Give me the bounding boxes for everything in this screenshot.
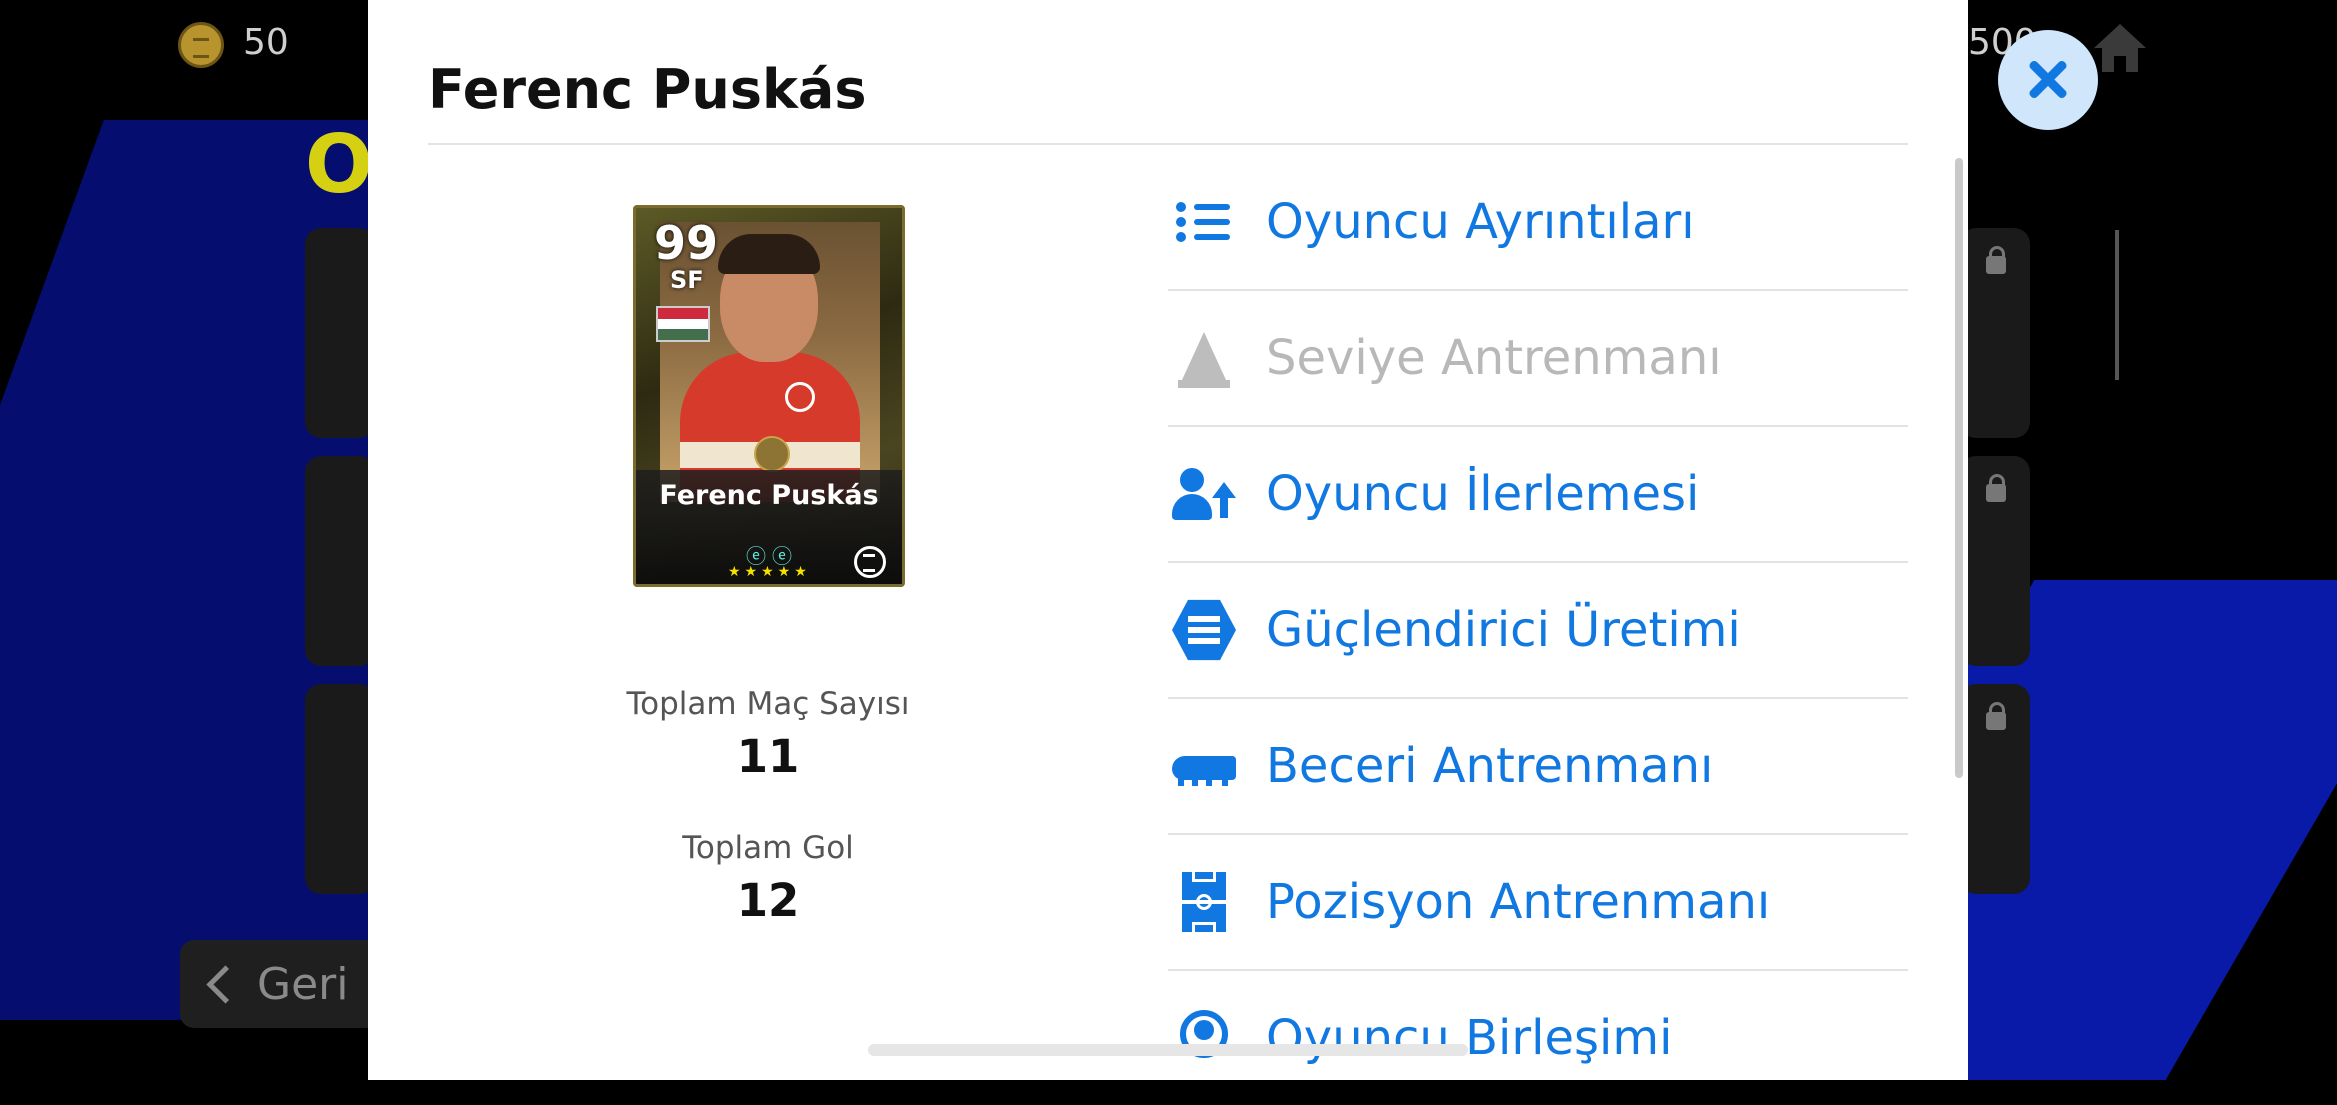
boot-icon [1172, 734, 1236, 798]
chevron-left-icon [206, 964, 245, 1004]
menu-item-level-training: Seviye Antrenmanı [1168, 291, 1908, 427]
total-goals-label: Toplam Gol [682, 830, 854, 866]
player-rating: 99 [654, 216, 719, 270]
background-locked-slot [1960, 228, 2030, 438]
menu-item-player-merge[interactable]: Oyuncu Birleşimi [1168, 971, 1908, 1105]
cone-icon [1172, 326, 1236, 390]
player-card[interactable]: 99 SF Ferenc Puskás ⓔⓔ ★★★★★ [633, 205, 905, 587]
hungary-flag-icon [656, 306, 710, 342]
total-goals-value: 12 [736, 874, 800, 927]
menu-item-player-progression[interactable]: Oyuncu İlerlemesi [1168, 427, 1908, 563]
lock-icon [1986, 702, 2006, 730]
menu-item-skill-training[interactable]: Beceri Antrenmanı [1168, 699, 1908, 835]
person-up-icon [1172, 462, 1236, 526]
vertical-scrollbar[interactable] [1955, 158, 1963, 778]
background-scrollbar [2115, 230, 2119, 380]
menu-item-label: Oyuncu Birleşimi [1266, 1010, 1673, 1066]
medal-icon [754, 436, 790, 472]
menu-item-label: Beceri Antrenmanı [1266, 738, 1714, 794]
background-player-card[interactable] [305, 228, 375, 438]
club-badge-icon [785, 382, 815, 412]
lock-icon [1986, 246, 2006, 274]
back-button[interactable]: Geri [180, 940, 380, 1028]
lock-icon [1986, 474, 2006, 502]
close-icon[interactable] [1998, 30, 2098, 130]
coin-amount: 50 [243, 22, 289, 63]
player-options-modal: Ferenc Puskás 99 SF Ferenc Puskás ⓔⓔ ★★★… [368, 0, 1968, 1080]
pitch-icon [1172, 870, 1236, 934]
menu-item-label: Güçlendirici Üretimi [1266, 602, 1741, 658]
coin-icon [178, 22, 224, 68]
total-matches-value: 11 [736, 730, 800, 783]
total-matches-label: Toplam Maç Sayısı [626, 686, 910, 722]
player-menu: Oyuncu Ayrıntıları Seviye Antrenmanı Oyu… [1168, 155, 1908, 1105]
menu-item-label: Pozisyon Antrenmanı [1266, 874, 1771, 930]
menu-item-label: Oyuncu Ayrıntıları [1266, 194, 1695, 250]
menu-item-label: Seviye Antrenmanı [1266, 330, 1722, 386]
player-position: SF [670, 266, 704, 294]
modal-title: Ferenc Puskás [428, 58, 867, 121]
home-icon[interactable] [2090, 18, 2150, 78]
background-locked-slot [1960, 456, 2030, 666]
back-button-label: Geri [257, 958, 349, 1010]
efootball-hex-icon [1172, 598, 1236, 662]
efootball-logo-icon [854, 546, 886, 578]
background-player-card[interactable] [305, 456, 375, 666]
background-locked-slot [1960, 684, 2030, 894]
menu-item-player-details[interactable]: Oyuncu Ayrıntıları [1168, 155, 1908, 291]
menu-item-label: Oyuncu İlerlemesi [1266, 466, 1700, 522]
horizontal-scroll-indicator [868, 1044, 1468, 1056]
background-player-card[interactable] [305, 684, 375, 894]
player-merge-icon [1172, 1006, 1236, 1070]
menu-item-position-training[interactable]: Pozisyon Antrenmanı [1168, 835, 1908, 971]
card-player-name: Ferenc Puskás [659, 480, 879, 511]
menu-item-booster-creation[interactable]: Güçlendirici Üretimi [1168, 563, 1908, 699]
divider [428, 143, 1908, 145]
list-icon [1172, 190, 1236, 254]
rating-stars: ★★★★★ [728, 564, 811, 580]
